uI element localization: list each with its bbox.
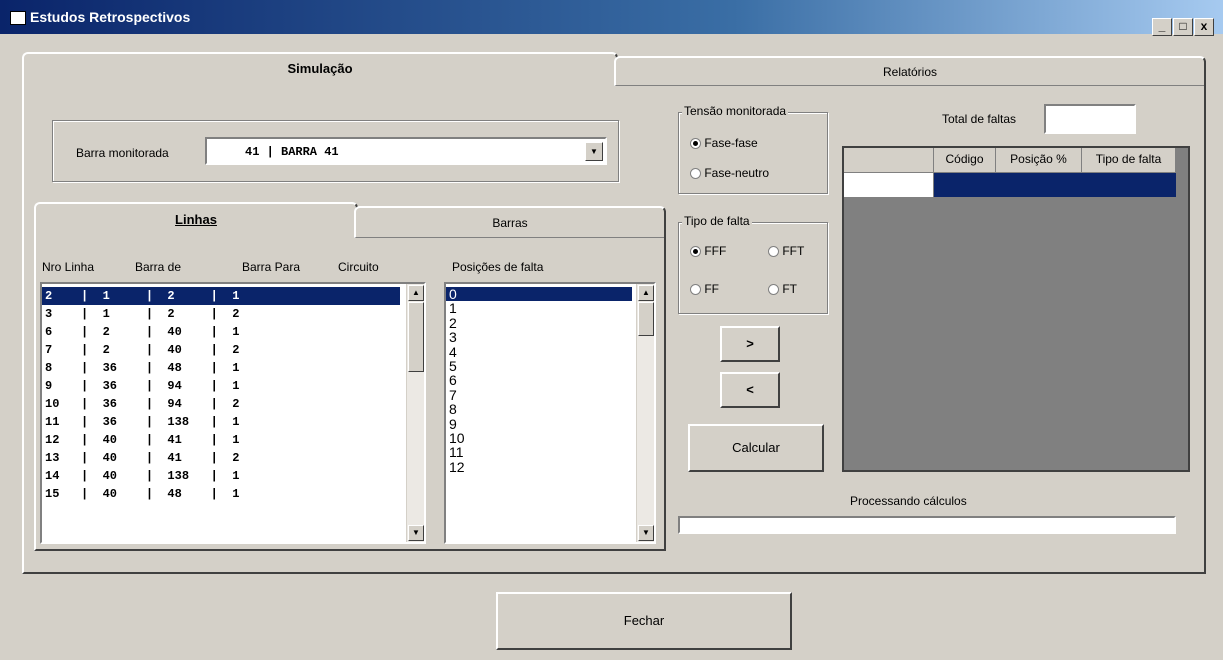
tab-simulacao[interactable]: Simulação: [22, 52, 618, 86]
maximize-button[interactable]: □: [1173, 18, 1193, 36]
radio-fff[interactable]: FFF: [690, 244, 726, 258]
table-row[interactable]: 14 | 40 | 138 | 1: [42, 467, 400, 485]
tab-simulacao-label: Simulação: [287, 61, 353, 76]
chevron-down-icon[interactable]: ▼: [585, 142, 603, 161]
radio-fft[interactable]: FFT: [768, 244, 804, 258]
tab-barras-label: Barras: [492, 216, 528, 230]
radio-indicator[interactable]: [768, 246, 779, 258]
window-title: Estudos Retrospectivos: [30, 9, 191, 25]
tipo-falta-title: Tipo de falta: [682, 214, 752, 228]
radio-indicator[interactable]: [690, 168, 701, 180]
scroll-up-icon[interactable]: ▲: [638, 285, 654, 301]
add-position-button[interactable]: >: [720, 326, 780, 362]
scroll-up-icon[interactable]: ▲: [408, 285, 424, 301]
table-row[interactable]: 7 | 2 | 40 | 2: [42, 341, 400, 359]
list-item[interactable]: 8: [446, 402, 632, 416]
table-row[interactable]: 13 | 40 | 41 | 2: [42, 449, 400, 467]
scroll-down-icon[interactable]: ▼: [408, 525, 424, 541]
grid-header-codigo[interactable]: Código: [934, 148, 996, 173]
tab-linhas-label: Linhas: [175, 212, 217, 227]
barra-select-value: 41 | BARRA 41: [245, 145, 339, 159]
calcular-button[interactable]: Calcular: [688, 424, 824, 472]
grid-header-posicao[interactable]: Posição %: [996, 148, 1082, 173]
lines-list[interactable]: 2 | 1 | 2 | 13 | 1 | 2 | 26 | 2 | 40 | 1…: [40, 282, 426, 544]
processing-label: Processando cálculos: [850, 494, 967, 508]
grid-row-header[interactable]: [844, 173, 934, 197]
tab-relatorios[interactable]: Relatórios: [614, 56, 1206, 86]
tab-relatorios-label: Relatórios: [882, 65, 938, 79]
table-row[interactable]: 15 | 40 | 48 | 1: [42, 485, 400, 503]
list-item[interactable]: 11: [446, 445, 632, 459]
results-grid[interactable]: Código Posição % Tipo de falta: [842, 146, 1190, 472]
grid-row-selected[interactable]: [934, 173, 1176, 197]
list-item[interactable]: 0: [446, 287, 632, 302]
radio-indicator[interactable]: [690, 138, 701, 150]
positions-label: Posições de falta: [452, 260, 544, 274]
col-circuito: Circuito: [338, 260, 379, 274]
list-item[interactable]: 7: [446, 388, 632, 402]
barra-label: Barra monitorada: [76, 146, 169, 160]
tipo-falta-group: [678, 222, 828, 314]
scroll-down-icon[interactable]: ▼: [638, 525, 654, 541]
table-row[interactable]: 9 | 36 | 94 | 1: [42, 377, 400, 395]
table-row[interactable]: 12 | 40 | 41 | 1: [42, 431, 400, 449]
tensao-group: [678, 112, 828, 194]
radio-fase-fase-label: Fase-fase: [704, 136, 758, 150]
radio-fase-fase[interactable]: Fase-fase: [690, 136, 758, 150]
list-item[interactable]: 10: [446, 431, 632, 445]
col-nro-linha: Nro Linha: [42, 260, 95, 274]
col-barra-de: Barra de: [135, 260, 182, 274]
table-row[interactable]: 2 | 1 | 2 | 1: [42, 287, 400, 305]
positions-list[interactable]: 0 1 2 3 4 5 6 7 8 9 10 11 12 ▲ ▼: [444, 282, 656, 544]
list-item[interactable]: 12: [446, 459, 632, 474]
radio-ft[interactable]: FT: [768, 282, 797, 296]
radio-ff-label: FF: [704, 282, 720, 296]
radio-ff[interactable]: FF: [690, 282, 719, 296]
radio-indicator[interactable]: [690, 246, 701, 258]
radio-indicator[interactable]: [768, 284, 779, 296]
list-item[interactable]: 9: [446, 416, 632, 431]
list-item[interactable]: 4: [446, 344, 632, 359]
scroll-thumb[interactable]: [408, 302, 424, 372]
minimize-button[interactable]: _: [1152, 18, 1172, 36]
list-item[interactable]: 6: [446, 373, 632, 387]
tab-linhas[interactable]: Linhas: [34, 202, 358, 238]
close-button[interactable]: x: [1194, 18, 1214, 36]
positions-scrollbar[interactable]: ▲ ▼: [636, 284, 654, 542]
col-barra-para: Barra Para: [242, 260, 301, 274]
grid-header-tipo[interactable]: Tipo de falta: [1082, 148, 1176, 173]
fechar-button[interactable]: Fechar: [496, 592, 792, 650]
list-item[interactable]: 2: [446, 316, 632, 330]
tensao-title: Tensão monitorada: [682, 104, 789, 118]
radio-fase-neutro[interactable]: Fase-neutro: [690, 166, 769, 180]
list-item[interactable]: 1: [446, 301, 632, 315]
scroll-thumb[interactable]: [638, 302, 654, 336]
list-item[interactable]: 5: [446, 359, 632, 373]
radio-ft-label: FT: [782, 282, 798, 296]
lines-scrollbar[interactable]: ▲ ▼: [406, 284, 424, 542]
grid-header-blank: [844, 148, 934, 173]
list-item[interactable]: 3: [446, 330, 632, 344]
remove-position-button[interactable]: <: [720, 372, 780, 408]
total-field[interactable]: [1044, 104, 1136, 134]
radio-indicator[interactable]: [690, 284, 701, 296]
radio-fff-label: FFF: [704, 244, 727, 258]
table-row[interactable]: 11 | 36 | 138 | 1: [42, 413, 400, 431]
table-row[interactable]: 10 | 36 | 94 | 2: [42, 395, 400, 413]
processing-progress-bar: [678, 516, 1176, 534]
total-label: Total de faltas: [942, 112, 1017, 126]
tab-barras[interactable]: Barras: [354, 206, 666, 238]
app-icon: [10, 11, 26, 25]
radio-fft-label: FFT: [782, 244, 805, 258]
barra-select[interactable]: 41 | BARRA 41 ▼: [205, 137, 607, 165]
table-row[interactable]: 3 | 1 | 2 | 2: [42, 305, 400, 323]
radio-fase-neutro-label: Fase-neutro: [704, 166, 770, 180]
table-row[interactable]: 6 | 2 | 40 | 1: [42, 323, 400, 341]
table-row[interactable]: 8 | 36 | 48 | 1: [42, 359, 400, 377]
